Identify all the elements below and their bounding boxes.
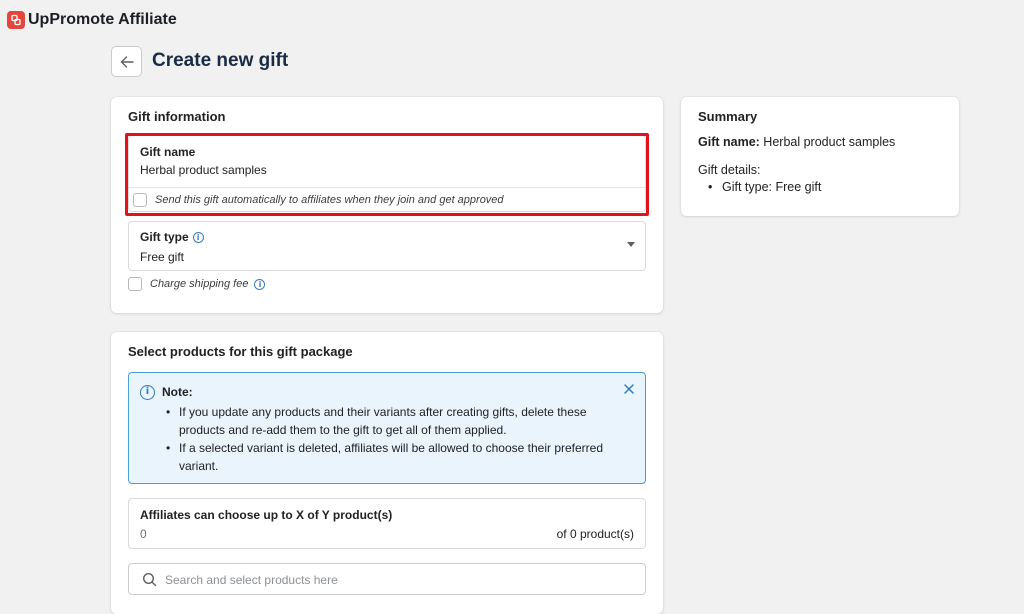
close-icon[interactable] [622,382,636,396]
summary-gift-name-value: Herbal product samples [763,135,896,149]
auto-send-option[interactable]: Send this gift automatically to affiliat… [133,193,504,207]
arrow-left-icon [120,55,134,68]
charge-shipping-checkbox[interactable] [128,277,142,291]
charge-shipping-option[interactable]: Charge shipping fee i [128,277,266,291]
gift-name-input[interactable]: Herbal product samples [140,163,267,177]
auto-send-checkbox[interactable] [133,193,147,207]
app-header: UpPromote Affiliate [7,11,177,29]
choose-limit-input[interactable]: 0 [140,527,147,541]
page-title: Create new gift [152,50,289,71]
gift-type-label-row: Gift type i [140,230,204,244]
choose-limit-field: Affiliates can choose up to X of Y produ… [128,498,646,549]
note-banner: i Note: If you update any products and t… [128,372,646,484]
search-input[interactable] [165,570,635,590]
gift-type-select[interactable]: Gift type i Free gift [128,221,646,271]
gift-information-card: Gift information Gift name Herbal produc… [111,97,663,313]
summary-gift-name: Gift name: Herbal product samples [698,135,895,149]
note-list: If you update any products and their var… [163,403,603,475]
note-item: If a selected variant is deleted, affili… [163,439,603,475]
note-title: Note: [162,385,193,399]
choose-limit-label: Affiliates can choose up to X of Y produ… [140,508,393,522]
note-item: If you update any products and their var… [163,403,603,439]
gift-type-label: Gift type [140,230,189,244]
app-logo-icon [7,11,25,29]
summary-title: Summary [698,109,758,124]
product-search[interactable] [128,563,646,595]
back-button[interactable] [111,46,142,77]
info-icon: i [140,385,155,400]
choose-limit-suffix: of 0 product(s) [556,527,634,541]
auto-send-label: Send this gift automatically to affiliat… [155,194,504,206]
info-icon[interactable]: i [192,231,204,243]
gift-type-value: Free gift [140,250,185,264]
charge-shipping-label: Charge shipping fee [150,278,249,290]
gift-name-field: Gift name Herbal product samples Send th… [128,135,646,212]
select-products-title: Select products for this gift package [128,344,353,359]
app-title: UpPromote Affiliate [28,11,177,28]
gift-information-title: Gift information [128,109,226,124]
summary-gift-details-label: Gift details: [698,163,761,177]
gift-name-label: Gift name [140,145,196,159]
select-products-card: Select products for this gift package i … [111,332,663,614]
divider [129,187,645,188]
search-icon [142,572,157,587]
chevron-down-icon [627,242,635,247]
summary-gift-name-label: Gift name: [698,135,760,149]
summary-detail-item: Gift type: Free gift [708,180,821,194]
info-icon[interactable]: i [254,278,266,290]
summary-card: Summary Gift name: Herbal product sample… [681,97,959,216]
summary-details-list: Gift type: Free gift [708,180,821,194]
